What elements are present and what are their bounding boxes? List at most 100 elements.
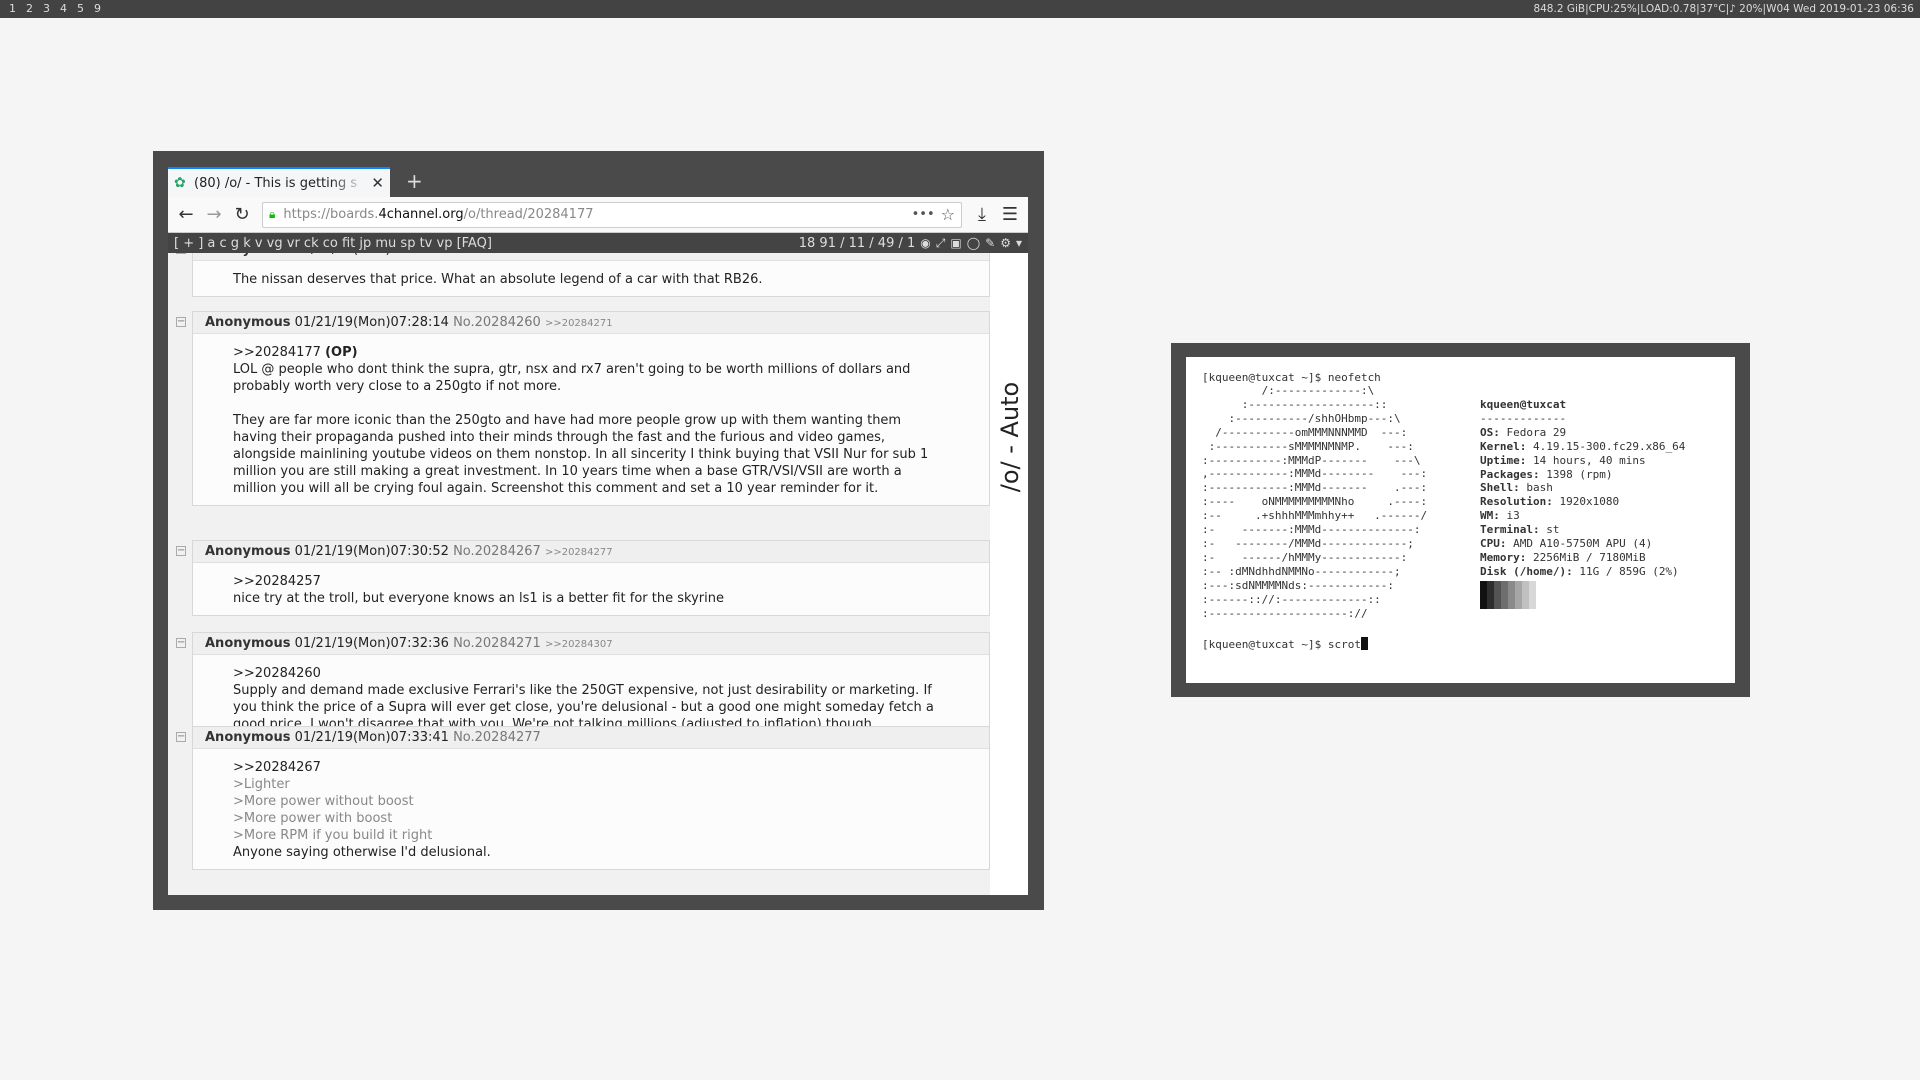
post-line: nice try at the troll, but everyone know… (233, 591, 724, 606)
page-actions-icon[interactable]: ••• (912, 207, 935, 222)
quote-ref[interactable]: >>20284177 (233, 345, 321, 360)
tab-title: (80) /o/ - This is getting s (194, 175, 358, 191)
post-line: They are far more iconic than the 250gto… (233, 413, 929, 496)
post-header: Anonymous 01/21/19(Mon)07:33:41 No.20284… (193, 727, 989, 749)
eye-icon[interactable]: ◉ (920, 236, 930, 250)
gear-icon[interactable]: ⚙ (1000, 236, 1011, 250)
wrench-icon[interactable]: ✎ (985, 236, 995, 250)
ascii-art-line: :-----------sMMMMNMNMP. ---: (1202, 439, 1414, 453)
image-icon[interactable]: ▣ (950, 236, 961, 250)
workspace-4[interactable]: 4 (55, 0, 72, 18)
forward-arrow-icon[interactable]: → (200, 201, 228, 229)
back-arrow-icon[interactable]: ← (172, 201, 200, 229)
board-navigation: [ + ] a c g k v vg vr ck co fit jp mu sp… (168, 233, 1028, 253)
speech-bubble-icon[interactable]: ◯ (967, 236, 980, 250)
bookmark-star-icon[interactable]: ☆ (941, 205, 955, 224)
post-collapse-toggle[interactable]: − (176, 253, 186, 254)
hamburger-menu-icon[interactable]: ☰ (996, 201, 1024, 229)
info-row: Uptime: 14 hours, 40 mins (1480, 454, 1685, 468)
workspace-1[interactable]: 1 (4, 0, 21, 18)
expand-icon[interactable]: ⤢ (936, 236, 946, 251)
post-number[interactable]: No.20284260 (453, 315, 541, 330)
info-row: WM: i3 (1480, 509, 1685, 523)
post-date: 01/21/19(Mon)07:32:36 (294, 636, 449, 651)
ascii-art-line: :- --------/MMMd-------------; (1202, 536, 1414, 550)
post-backlink[interactable]: >>20284267 (545, 253, 613, 256)
info-row: OS: Fedora 29 (1480, 426, 1685, 440)
workspace-2[interactable]: 2 (21, 0, 38, 18)
new-tab-icon[interactable]: + (406, 169, 423, 193)
post-collapse-toggle[interactable]: − (176, 732, 186, 742)
info-key: Resolution (1480, 495, 1547, 509)
post-line: >Lighter (233, 777, 290, 792)
post-line: Anyone saying otherwise I'd delusional. (233, 845, 491, 860)
workspace-5[interactable]: 5 (72, 0, 89, 18)
close-tab-icon[interactable]: ✕ (371, 174, 384, 192)
quote-link[interactable]: >>20284177 (OP) (233, 344, 949, 361)
palette-swatch (1508, 581, 1515, 609)
chevron-down-icon[interactable]: ▾ (1016, 236, 1022, 250)
top-status-bar: 123459 848.2 GiB|CPU:25%|LOAD:0.78|37°C|… (0, 0, 1920, 18)
info-key: Shell (1480, 481, 1514, 495)
reload-icon[interactable]: ↻ (228, 201, 256, 229)
fedora-ascii-logo: /:-------------:\ :-------------------::… (1202, 384, 1427, 620)
board-title: /o/ - Auto (996, 381, 1024, 493)
info-value: 11G / 859G (2%) (1579, 564, 1679, 578)
post-backlink[interactable]: >>20284277 (545, 547, 613, 558)
post-header: Anonymous 01/21/19(Mon)07:27:15 No.20284… (193, 253, 989, 261)
info-colon: : (1519, 439, 1533, 453)
post-backlink[interactable]: >>20284271 (545, 318, 613, 329)
info-key: CPU (1480, 537, 1500, 551)
post-collapse-toggle[interactable]: − (176, 317, 186, 327)
info-colon: : (1519, 453, 1533, 467)
post-collapse-toggle[interactable]: − (176, 546, 186, 556)
download-icon[interactable]: ⤓ (968, 201, 996, 229)
post-number[interactable]: No.20284257 (453, 253, 541, 257)
workspace-9[interactable]: 9 (89, 0, 106, 18)
post-body: The nissan deserves that price. What an … (193, 261, 989, 296)
post-body: >>20284267 >Lighter >More power without bo… (193, 749, 989, 869)
board-list[interactable]: [ + ] a c g k v vg vr ck co fit jp mu sp… (174, 236, 799, 251)
workspace-3[interactable]: 3 (38, 0, 55, 18)
navigation-bar: ← → ↻ ⓘ 🔒︎ https://boards.4channel.org/o… (168, 197, 1028, 254)
ascii-art-line: /:-------------:\ (1202, 384, 1375, 397)
info-key: Uptime (1480, 453, 1520, 467)
url-bar[interactable]: ⓘ 🔒︎ https://boards.4channel.org/o/threa… (262, 201, 962, 254)
palette-swatch (1494, 581, 1501, 609)
info-key: Terminal (1480, 523, 1533, 537)
info-value: AMD A10-5750M APU (4) (1513, 537, 1653, 551)
post-collapse-toggle[interactable]: − (176, 638, 186, 648)
info-key: OS (1480, 425, 1494, 439)
post: Anonymous 01/21/19(Mon)07:33:41 No.20284… (192, 726, 990, 870)
text-cursor (1360, 637, 1368, 650)
post-backlink[interactable]: >>20284307 (545, 639, 613, 650)
info-key: Packages (1480, 467, 1533, 481)
tab-bar: ✿ (80) /o/ - This is getting s ✕ + (168, 163, 1028, 197)
info-colon: : (1519, 550, 1533, 564)
post-number[interactable]: No.20284277 (453, 730, 541, 745)
post-body: >>20284177 (OP) LOL @ people who dont thi… (193, 334, 989, 505)
ascii-art-line: :---- oNMMMMMMMMMNho .----: (1202, 495, 1428, 509)
system-status: 848.2 GiB|CPU:25%|LOAD:0.78|37°C|♪ 20%|W… (1533, 3, 1914, 15)
info-row: Terminal: st (1480, 523, 1685, 537)
info-key: WM (1480, 509, 1494, 523)
post-number[interactable]: No.20284267 (453, 544, 541, 559)
post-header: Anonymous 01/21/19(Mon)07:32:36 No.20284… (193, 633, 989, 655)
clover-favicon-icon: ✿ (174, 175, 186, 191)
ascii-art-line: :-----------/shhOHbmp---:\ (1202, 411, 1401, 425)
ascii-art-line: :---------------------:// (1202, 606, 1368, 620)
info-value: 1398 (rpm) (1546, 467, 1613, 481)
post: Anonymous 01/21/19(Mon)07:27:15 No.20284… (192, 253, 990, 297)
post: Anonymous 01/21/19(Mon)07:28:14 No.20284… (192, 311, 990, 506)
terminal-content[interactable]: [kqueen@tuxcat ~]$ neofetch /:----------… (1186, 357, 1735, 683)
info-row: Kernel: 4.19.15-300.fc29.x86_64 (1480, 440, 1685, 454)
info-row: CPU: AMD A10-5750M APU (4) (1480, 537, 1685, 551)
url-text: https://boards.4channel.org/o/thread/202… (283, 207, 905, 222)
info-colon: : (1566, 564, 1580, 578)
palette-swatch (1522, 581, 1529, 609)
browser-tab[interactable]: ✿ (80) /o/ - This is getting s ✕ (168, 167, 390, 197)
info-value: 14 hours, 40 mins (1533, 453, 1646, 467)
post-number[interactable]: No.20284271 (453, 636, 541, 651)
url-prefix: https://boards. (283, 207, 379, 222)
poster-name: Anonymous (205, 636, 291, 651)
